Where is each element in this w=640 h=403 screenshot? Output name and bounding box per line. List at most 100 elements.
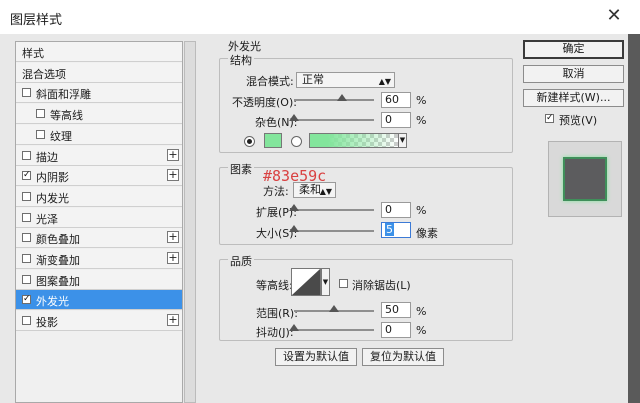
make-default-button[interactable]: 设置为默认值 (275, 348, 357, 366)
blend-mode-label: 混合模式: (246, 75, 294, 88)
jitter-unit: % (416, 324, 427, 337)
chevron-down-icon: ▲▼ (378, 77, 391, 86)
style-checkbox[interactable]: ✓ (22, 171, 31, 181)
add-effect-icon[interactable]: + (167, 148, 179, 161)
preview-swatch (563, 157, 607, 201)
opacity-slider-track[interactable] (294, 99, 374, 101)
opacity-input[interactable]: 60 (381, 92, 411, 108)
style-checkbox[interactable] (22, 150, 31, 160)
jitter-slider-track[interactable] (294, 329, 374, 331)
size-slider-thumb[interactable] (289, 225, 299, 232)
style-list: 样式 混合选项 斜面和浮雕 等高线 纹理 描边 + ✓ 内阴影 + 内发光 光泽 颜色叠加 + 渐变叠加 + 图… (15, 41, 183, 403)
opacity-label: 不透明度(O): (232, 96, 297, 109)
spread-slider-thumb[interactable] (289, 204, 299, 211)
add-effect-icon[interactable]: + (167, 169, 179, 182)
size-input[interactable]: 5 (381, 222, 411, 238)
style-checkbox[interactable] (22, 274, 31, 284)
add-effect-icon[interactable]: + (167, 314, 179, 327)
opacity-slider-thumb[interactable] (337, 94, 347, 101)
preview-label: 预览(V) (559, 114, 598, 127)
range-label: 范围(R): (256, 307, 298, 320)
spread-unit: % (416, 204, 427, 217)
technique-dropdown[interactable]: 柔和 ▲▼ (293, 182, 336, 198)
add-effect-icon[interactable]: + (167, 252, 179, 264)
style-list-label: 纹理 (50, 129, 72, 143)
style-checkbox[interactable]: ✓ (22, 295, 31, 305)
ok-button[interactable]: 确定 (523, 40, 624, 59)
style-list-label: 混合选项 (22, 67, 66, 81)
technique-label: 方法: (263, 185, 289, 198)
close-icon[interactable]: ✕ (603, 5, 625, 27)
style-checkbox[interactable] (22, 233, 31, 243)
chevron-down-icon: ▲▼ (319, 187, 332, 196)
style-list-item[interactable]: 样式 (16, 42, 182, 62)
style-checkbox[interactable] (22, 254, 31, 263)
style-list-item[interactable]: 描边 + (16, 145, 182, 166)
style-list-item[interactable]: 等高线 (16, 104, 182, 125)
structure-title: 结构 (228, 52, 254, 68)
style-list-item[interactable]: ✓ 内阴影 + (16, 166, 182, 187)
noise-slider-track[interactable] (294, 119, 374, 121)
noise-slider-thumb[interactable] (289, 114, 299, 121)
style-checkbox[interactable] (22, 316, 31, 326)
style-checkbox[interactable] (36, 129, 45, 139)
contour-dropdown-icon[interactable]: ▼ (321, 268, 330, 296)
reset-default-button[interactable]: 复位为默认值 (362, 348, 444, 366)
style-list-label: 颜色叠加 (36, 233, 80, 247)
blend-mode-dropdown[interactable]: 正常 ▲▼ (296, 72, 395, 88)
style-list-label: 渐变叠加 (36, 254, 80, 267)
style-list-item[interactable]: 颜色叠加 + (16, 228, 182, 249)
technique-value: 柔和 (299, 183, 321, 196)
add-effect-icon[interactable]: + (167, 231, 179, 244)
size-slider-track[interactable] (294, 230, 374, 232)
antialias-label: 消除锯齿(L) (352, 279, 411, 292)
glow-gradient-swatch[interactable] (309, 133, 399, 148)
style-list-label: 样式 (22, 47, 44, 60)
spread-slider-track[interactable] (294, 209, 374, 211)
preview-checkbox[interactable]: ✓ (545, 114, 554, 123)
antialias-checkbox[interactable] (339, 279, 348, 288)
noise-unit: % (416, 114, 427, 127)
style-list-item[interactable]: 图案叠加 (16, 269, 182, 290)
style-list-label: 斜面和浮雕 (36, 88, 91, 102)
gradient-dropdown-icon[interactable]: ▼ (398, 133, 407, 148)
opacity-unit: % (416, 94, 427, 107)
jitter-input[interactable]: 0 (381, 322, 411, 338)
spread-input[interactable]: 0 (381, 202, 411, 218)
gradient-radio[interactable] (291, 136, 302, 147)
style-list-item[interactable]: ✓ 外发光 (16, 290, 182, 311)
style-list-item[interactable]: 投影 + (16, 311, 182, 332)
size-unit: 像素 (416, 227, 438, 240)
style-list-label: 描边 (36, 150, 58, 164)
size-value-selected: 5 (385, 223, 394, 236)
jitter-slider-thumb[interactable] (289, 324, 299, 331)
contour-preview[interactable] (291, 268, 321, 296)
blend-mode-value: 正常 (302, 73, 324, 86)
style-list-item[interactable]: 混合选项 (16, 62, 182, 83)
style-list-item[interactable]: 纹理 (16, 124, 182, 145)
style-checkbox[interactable] (36, 109, 45, 119)
style-list-item[interactable]: 斜面和浮雕 (16, 83, 182, 104)
window-title: 图层样式 (10, 13, 63, 28)
style-list-item[interactable]: 光泽 (16, 207, 182, 228)
noise-input[interactable]: 0 (381, 112, 411, 128)
style-list-scrollbar[interactable] (184, 41, 196, 403)
style-checkbox[interactable] (22, 88, 31, 98)
range-input[interactable]: 50 (381, 302, 411, 318)
style-list-label: 等高线 (50, 109, 83, 123)
new-style-button[interactable]: 新建样式(W)... (523, 89, 624, 107)
style-list-label: 外发光 (36, 295, 69, 309)
background-strip (628, 34, 640, 403)
contour-label: 等高线: (256, 279, 293, 292)
range-slider-thumb[interactable] (329, 305, 339, 312)
cancel-button[interactable]: 取消 (523, 65, 624, 83)
glow-color-swatch[interactable] (264, 133, 282, 148)
range-unit: % (416, 305, 427, 318)
style-list-label: 投影 (36, 316, 58, 330)
style-checkbox[interactable] (22, 212, 31, 222)
style-checkbox[interactable] (22, 191, 31, 201)
style-list-item[interactable]: 渐变叠加 + (16, 249, 182, 269)
title-bar (0, 0, 640, 34)
style-list-item[interactable]: 内发光 (16, 186, 182, 207)
solid-color-radio[interactable] (244, 136, 255, 147)
